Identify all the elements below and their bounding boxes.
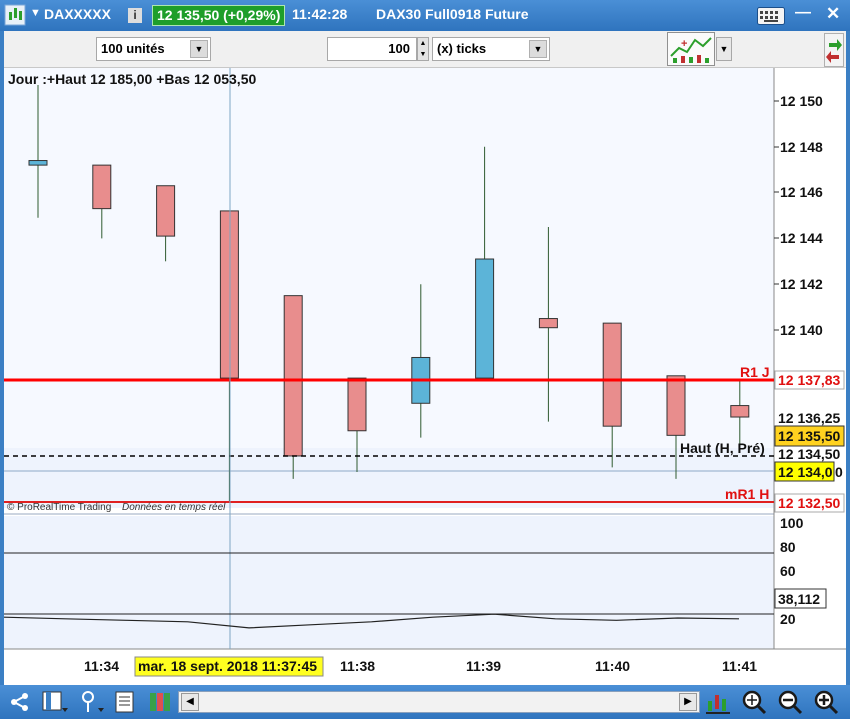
candle-body <box>730 405 750 418</box>
bottom-toolbar: ◀ ▶ <box>0 685 850 719</box>
chart-area[interactable]: Jour :+Haut 12 185,00 +Bas 12 053,50 R1 … <box>4 68 846 685</box>
chevron-down-icon[interactable]: ▼ <box>529 40 547 58</box>
r1-label: R1 J <box>740 364 770 380</box>
lower-zone-bg <box>4 448 774 508</box>
auto-scale-icon[interactable] <box>706 689 730 715</box>
price-axis: 12 150 12 148 12 146 12 144 12 142 12 14… <box>774 93 823 338</box>
y-tick-label: 12 144 <box>780 230 823 246</box>
close-icon[interactable]: ✕ <box>826 4 840 24</box>
candle-body <box>92 164 112 210</box>
symbol-dropdown-icon[interactable]: ▼ <box>30 7 41 19</box>
scroll-left-icon[interactable]: ◀ <box>181 693 199 711</box>
quantity-value: 100 unités <box>101 41 165 56</box>
previous-high-label: Haut (H, Pré) <box>680 440 765 456</box>
report-icon[interactable] <box>114 691 136 713</box>
candle-body <box>28 160 48 166</box>
y-tick-label: 12 150 <box>780 93 823 109</box>
quantity-select[interactable]: 100 unités ▼ <box>96 37 211 61</box>
candle-body <box>347 377 367 432</box>
title-bar: ▼ DAXXXXX i 12 135,50 (+0,29%) 11:42:28 … <box>0 0 850 31</box>
chart-app-icon[interactable] <box>4 4 26 26</box>
osc-value-text: 38,112 <box>778 591 820 607</box>
osc-tick-label: 20 <box>780 611 796 627</box>
candle-body <box>666 375 686 436</box>
price-134-text: 12 134,0 <box>778 464 833 480</box>
price-136-label: 12 136,25 <box>778 410 840 426</box>
mr1-label: mR1 H <box>725 486 769 502</box>
ticks-input[interactable]: 100 <box>327 37 417 61</box>
y-tick-label: 12 146 <box>780 184 823 200</box>
r1-price-text: 12 137,83 <box>778 372 840 388</box>
clock-time: 11:42:28 <box>292 6 348 22</box>
x-tick-label: 11:40 <box>595 658 630 674</box>
daily-range-header: Jour :+Haut 12 185,00 +Bas 12 053,50 <box>8 71 256 87</box>
candle-body <box>156 185 176 237</box>
x-tick-label: 11:38 <box>340 658 375 674</box>
hidden-price-label: 12 134,50 <box>778 446 840 462</box>
info-icon[interactable]: i <box>128 8 142 23</box>
layout-icon[interactable] <box>42 690 68 714</box>
ticks-stepper[interactable]: ▲ ▼ <box>417 37 429 61</box>
time-axis: 11:34 mar. 18 sept. 2018 11:37:45 11:38 … <box>84 656 757 677</box>
x-tick-label: 11:34 <box>84 658 119 674</box>
keyboard-icon[interactable] <box>757 7 785 25</box>
oscillator-panel-bg <box>4 516 774 649</box>
symbol-name[interactable]: DAXXXXX <box>44 6 111 22</box>
chart-toolbar: 100 unités ▼ 100 ▲ ▼ (x) ticks ▼ + ▼ <box>4 31 846 68</box>
x-tick-label: 11:39 <box>466 658 501 674</box>
realtime-note: Données en temps réel <box>122 502 226 513</box>
zoom-in-icon[interactable] <box>813 689 839 715</box>
price-panel-bg <box>4 68 774 448</box>
horizontal-scrollbar[interactable]: ◀ ▶ <box>178 691 700 713</box>
osc-tick-label: 60 <box>780 563 796 579</box>
current-price-text: 12 135,50 <box>778 428 840 444</box>
price-badges: 12 137,83 12 136,25 12 134,50 12 135,50 … <box>774 370 845 513</box>
ticks-unit-select[interactable]: (x) ticks ▼ <box>432 37 550 61</box>
chevron-down-icon[interactable]: ▼ <box>190 40 208 58</box>
colors-icon[interactable] <box>149 691 171 713</box>
indicators-button[interactable]: + <box>667 32 715 66</box>
sync-icon[interactable] <box>824 33 844 67</box>
tools-icon[interactable] <box>80 690 106 714</box>
x-tick-label: 11:41 <box>722 658 757 674</box>
svg-text:+: + <box>681 38 687 50</box>
osc-tick-label: 80 <box>780 539 796 555</box>
cursor-date-text: mar. 18 sept. 2018 11:37:45 <box>138 658 317 674</box>
indicators-chevron-down-icon[interactable]: ▼ <box>716 37 732 61</box>
scroll-right-icon[interactable]: ▶ <box>679 693 697 711</box>
y-tick-label: 12 142 <box>780 276 823 292</box>
instrument-name: DAX30 Full0918 Future <box>376 6 529 22</box>
mr1-price-text: 12 132,50 <box>778 495 840 511</box>
candle-body <box>538 318 558 329</box>
ticks-value: 100 <box>388 41 410 56</box>
osc-tick-label: 100 <box>780 515 804 531</box>
minimize-icon[interactable]: — <box>795 4 811 22</box>
price-134-suffix: 0 <box>835 464 843 480</box>
candle-body <box>602 322 622 427</box>
price-chart[interactable]: Jour :+Haut 12 185,00 +Bas 12 053,50 R1 … <box>4 68 846 685</box>
y-tick-label: 12 140 <box>780 322 823 338</box>
y-tick-label: 12 148 <box>780 139 823 155</box>
zoom-fit-icon[interactable] <box>741 689 767 715</box>
provider-watermark: © ProRealTime Trading <box>7 502 111 513</box>
candle-body <box>283 295 303 457</box>
candle-body <box>219 210 239 379</box>
price-change-badge: 12 135,50 (+0,29%) <box>152 5 286 26</box>
candle-body <box>475 258 495 379</box>
zoom-out-icon[interactable] <box>777 689 803 715</box>
share-icon[interactable] <box>9 691 31 713</box>
ticks-unit-value: (x) ticks <box>437 41 487 56</box>
